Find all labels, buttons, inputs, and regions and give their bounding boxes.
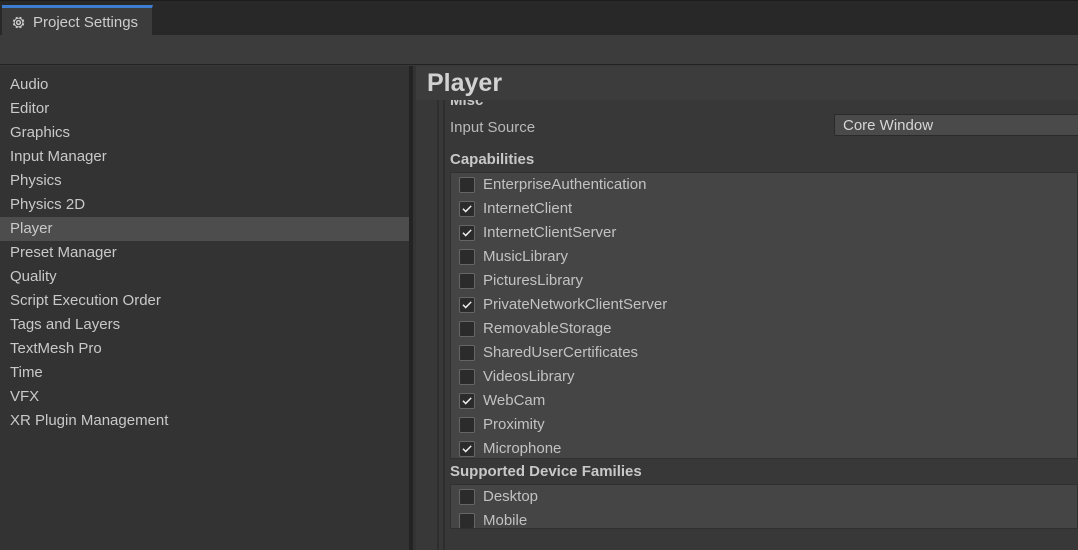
list-item[interactable]: WebCam [451,389,1077,413]
list-item-label: Desktop [483,488,539,505]
sidebar-item-label: Physics [10,172,62,189]
sidebar-item-label: Tags and Layers [10,316,121,333]
capabilities-list[interactable]: EnterpriseAuthentication InternetClient In… [450,172,1078,459]
sidebar-item-label: Quality [10,268,57,285]
checkbox-pictureslibrary[interactable] [459,273,475,289]
sidebar-item-label: TextMesh Pro [10,340,102,357]
sidebar-item-label: Player [10,220,53,237]
checkbox-privatenetworkclientserver[interactable] [459,297,475,313]
checkbox-internetclient[interactable] [459,201,475,217]
list-item-label: WebCam [483,392,546,409]
sidebar-item-editor[interactable]: Editor [0,97,409,121]
list-item-label: Mobile [483,512,528,529]
sidebar-item-label: Input Manager [10,148,107,165]
sidebar-item-physics[interactable]: Physics [0,169,409,193]
list-item-label: PrivateNetworkClientServer [483,296,668,313]
sidebar-item-quality[interactable]: Quality [0,265,409,289]
settings-sidebar[interactable]: Audio Editor Graphics Input Manager Physics P… [0,66,409,550]
sidebar-item-label: Editor [10,100,50,117]
list-item[interactable]: Proximity [451,413,1077,437]
checkbox-sharedusercertificates[interactable] [459,345,475,361]
checkbox-videoslibrary[interactable] [459,369,475,385]
checkbox-enterpriseauthentication[interactable] [459,177,475,193]
list-item[interactable]: InternetClientServer [451,221,1077,245]
list-item[interactable]: EnterpriseAuthentication [451,173,1077,197]
sidebar-item-label: XR Plugin Management [10,412,169,429]
input-source-dropdown[interactable]: Core Window [834,114,1078,136]
list-item-label: Microphone [483,440,562,457]
list-item[interactable]: InternetClient [451,197,1077,221]
list-item-label: EnterpriseAuthentication [483,176,647,193]
sidebar-item-label: Physics 2D [10,196,86,213]
page-title: Player [427,69,503,97]
list-item[interactable]: VideosLibrary [451,365,1077,389]
detail-scroll-area[interactable]: Misc Input Source Core Window Capabiliti… [416,100,1078,550]
sidebar-item-label: Graphics [10,124,71,141]
list-item[interactable]: PrivateNetworkClientServer [451,293,1077,317]
list-item[interactable]: SharedUserCertificates [451,341,1077,365]
sidebar-item-label: Time [10,364,43,381]
checkbox-mobile[interactable] [459,513,475,528]
list-item-label: MusicLibrary [483,248,569,265]
sidebar-item-audio[interactable]: Audio [0,73,409,97]
input-source-value: Core Window [843,117,934,134]
tab-label: Project Settings [33,13,139,31]
checkbox-webcam[interactable] [459,393,475,409]
tab-strip: Project Settings [0,0,1078,36]
checkbox-removablestorage[interactable] [459,321,475,337]
checkbox-musiclibrary[interactable] [459,249,475,265]
sidebar-item-script-execution-order[interactable]: Script Execution Order [0,289,409,313]
list-item-label: PicturesLibrary [483,272,584,289]
sidebar-item-list: Audio Editor Graphics Input Manager Physics P… [0,73,409,433]
sidebar-item-player[interactable]: Player [0,217,409,241]
settings-detail-panel: Misc Input Source Core Window Capabiliti… [416,66,1078,550]
sidebar-item-input-manager[interactable]: Input Manager [0,145,409,169]
list-item-label: InternetClient [483,200,573,217]
checkbox-microphone[interactable] [459,441,475,457]
sidebar-item-label: Audio [10,76,49,93]
project-settings-window: Project Settings Audio Editor Graphics Inpu… [0,0,1078,550]
sidebar-item-label: Preset Manager [10,244,117,261]
section-header-capabilities: Capabilities [450,151,535,168]
list-item[interactable]: MusicLibrary [451,245,1077,269]
list-item[interactable]: Mobile [451,509,1077,529]
section-header-supported-device-families: Supported Device Families [450,463,642,480]
sidebar-item-preset-manager[interactable]: Preset Manager [0,241,409,265]
settings-toolbar [0,35,1078,65]
tab-project-settings[interactable]: Project Settings [2,5,154,36]
sidebar-item-tags-and-layers[interactable]: Tags and Layers [0,313,409,337]
list-item[interactable]: RemovableStorage [451,317,1077,341]
list-item-label: InternetClientServer [483,224,617,241]
list-item-label: Proximity [483,416,545,433]
sidebar-item-graphics[interactable]: Graphics [0,121,409,145]
gear-icon [11,15,26,30]
list-item[interactable]: Desktop [451,485,1077,509]
section-header-misc: Misc [450,100,484,109]
list-item-label: SharedUserCertificates [483,344,639,361]
sidebar-item-textmesh-pro[interactable]: TextMesh Pro [0,337,409,361]
sidebar-item-label: VFX [10,388,40,405]
sidebar-item-physics-2d[interactable]: Physics 2D [0,193,409,217]
device-families-list[interactable]: Desktop Mobile [450,484,1078,529]
list-item[interactable]: Microphone [451,437,1077,458]
sidebar-item-time[interactable]: Time [0,361,409,385]
indent-guide-outer [437,100,439,550]
checkbox-internetclientserver[interactable] [459,225,475,241]
checkbox-proximity[interactable] [459,417,475,433]
checkbox-desktop[interactable] [459,489,475,505]
sidebar-item-label: Script Execution Order [10,292,161,309]
sidebar-item-vfx[interactable]: VFX [0,385,409,409]
indent-guide-inner [443,100,445,550]
list-item-label: RemovableStorage [483,320,612,337]
row-input-source: Input Source Core Window [446,113,1078,147]
list-item[interactable]: PicturesLibrary [451,269,1077,293]
input-source-label: Input Source [450,119,536,136]
sidebar-item-xr-plugin-management[interactable]: XR Plugin Management [0,409,409,433]
detail-header: Player [416,66,1078,100]
list-item-label: VideosLibrary [483,368,575,385]
settings-body: Misc Input Source Core Window Capabiliti… [446,100,1078,529]
